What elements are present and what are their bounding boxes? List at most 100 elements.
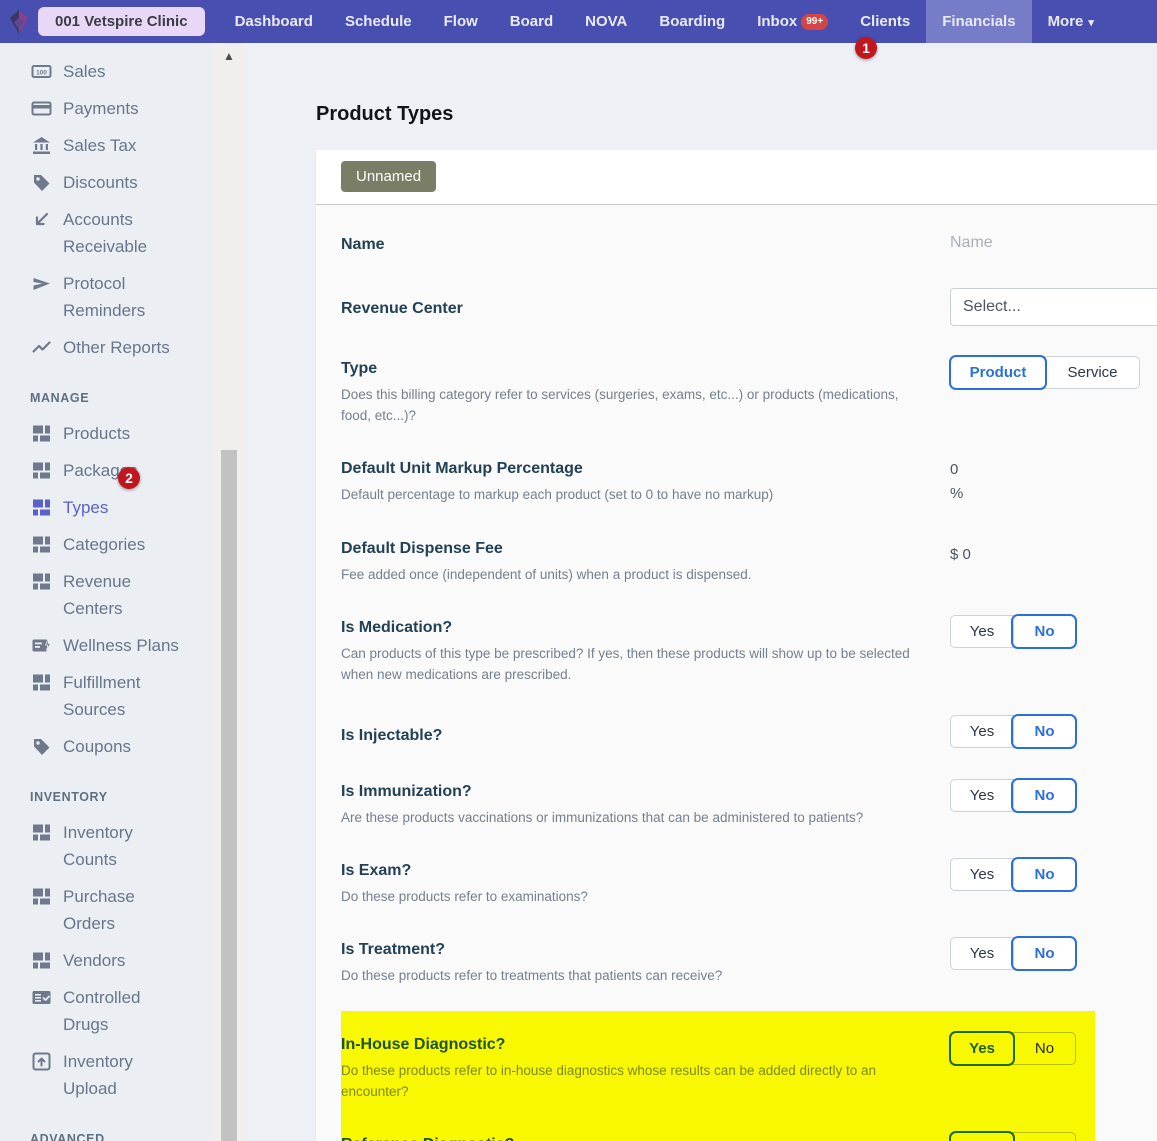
nav-inbox[interactable]: Inbox99+: [741, 0, 844, 43]
sidebar-item-other-reports[interactable]: Other Reports: [0, 329, 212, 366]
sidebar-item-discounts[interactable]: Discounts: [0, 164, 212, 201]
field-description: Can products of this type be prescribed?…: [341, 643, 925, 685]
no-button[interactable]: No: [1013, 616, 1075, 647]
in-house-diagnostic-toggle: Yes No: [950, 1032, 1076, 1065]
type-service-button[interactable]: Service: [1045, 357, 1139, 388]
sidebar-item-purchase-orders[interactable]: Purchase Orders: [0, 878, 212, 942]
nav-boarding[interactable]: Boarding: [643, 0, 741, 43]
sidebar-item-payments[interactable]: Payments: [0, 90, 212, 127]
row-is-exam: Is Exam? Do these products refer to exam…: [341, 843, 1132, 922]
grid-icon: [30, 947, 52, 971]
sidebar-item-accounts-receivable[interactable]: Accounts Receivable: [0, 201, 212, 265]
sidebar-item-inventory-upload[interactable]: Inventory Upload: [0, 1043, 212, 1107]
markup-value[interactable]: 0: [950, 458, 963, 482]
no-button[interactable]: No: [1013, 1033, 1075, 1064]
sidebar-item-categories[interactable]: Categories: [0, 526, 212, 563]
field-label: Default Unit Markup Percentage: [341, 456, 925, 482]
yes-button[interactable]: Yes: [951, 716, 1013, 747]
sidebar-item-vendors[interactable]: Vendors: [0, 942, 212, 979]
credit-card-icon: [30, 95, 52, 119]
field-label: Revenue Center: [341, 296, 925, 322]
type-segmented-control: Product Service: [950, 356, 1140, 389]
type-product-button[interactable]: Product: [951, 357, 1045, 388]
sidebar-item-controlled-drugs[interactable]: Controlled Drugs: [0, 979, 212, 1043]
grid-icon: [30, 883, 52, 907]
sidebar-item-types[interactable]: Types: [0, 489, 212, 526]
row-is-medication: Is Medication? Can products of this type…: [341, 600, 1132, 700]
row-is-immunization: Is Immunization? Are these products vacc…: [341, 764, 1132, 843]
sidebar-item-revenue-centers[interactable]: Revenue Centers: [0, 563, 212, 627]
nav-dashboard[interactable]: Dashboard: [219, 0, 329, 43]
nav-clients[interactable]: Clients: [844, 0, 926, 43]
field-description: Do these products refer to treatments th…: [341, 965, 925, 986]
sidebar-item-sales[interactable]: 100 Sales: [0, 53, 212, 90]
is-exam-toggle: Yes No: [950, 858, 1076, 891]
scroll-up-icon[interactable]: ▲: [212, 49, 246, 63]
reference-diagnostic-toggle: Yes No: [950, 1132, 1076, 1141]
is-treatment-toggle: Yes No: [950, 937, 1076, 970]
card-body: Name Revenue Center Select... Type: [316, 204, 1157, 1141]
is-immunization-toggle: Yes No: [950, 779, 1076, 812]
scrollbar-thumb[interactable]: [221, 450, 237, 1141]
nav-board[interactable]: Board: [494, 0, 569, 43]
field-label: Is Injectable?: [341, 723, 925, 749]
yes-button[interactable]: Yes: [951, 938, 1013, 969]
field-description: Do these products refer to in-house diag…: [341, 1060, 925, 1102]
field-description: Does this billing category refer to serv…: [341, 384, 925, 426]
nav-schedule[interactable]: Schedule: [329, 0, 428, 43]
is-medication-toggle: Yes No: [950, 615, 1076, 648]
no-button[interactable]: No: [1013, 716, 1075, 747]
list-check-icon: [30, 984, 52, 1008]
grid-icon: [30, 568, 52, 592]
yes-button[interactable]: Yes: [951, 1033, 1013, 1064]
name-input[interactable]: [950, 232, 1150, 254]
markup-unit: %: [950, 482, 963, 506]
vetspire-logo-icon: [0, 9, 38, 35]
nav-more[interactable]: More▾: [1032, 0, 1110, 43]
sidebar-item-fulfillment-sources[interactable]: Fulfillment Sources: [0, 664, 212, 728]
yes-button[interactable]: Yes: [951, 616, 1013, 647]
svg-text:100: 100: [36, 69, 47, 76]
no-button[interactable]: No: [1013, 938, 1075, 969]
field-label: Is Treatment?: [341, 937, 925, 963]
row-revenue-center: Revenue Center Select...: [341, 273, 1132, 341]
field-label: In-House Diagnostic?: [341, 1032, 925, 1058]
status-badge: Unnamed: [341, 161, 436, 192]
sidebar-item-coupons[interactable]: Coupons: [0, 728, 212, 765]
main-content: Product Types Unnamed Name Revenue Cente…: [246, 43, 1157, 1141]
wellness-card-icon: [30, 632, 52, 656]
tag-icon: [30, 733, 52, 757]
top-nav: 001 Vetspire Clinic Dashboard Schedule F…: [0, 0, 1157, 43]
no-button[interactable]: No: [1013, 859, 1075, 890]
field-description: Do these products refer to examinations?: [341, 886, 925, 907]
no-button[interactable]: No: [1013, 780, 1075, 811]
yes-button[interactable]: Yes: [951, 1133, 1013, 1141]
nav-nova[interactable]: NOVA: [569, 0, 643, 43]
sidebar-item-packages[interactable]: Packages: [0, 452, 212, 489]
sidebar-scrollbar[interactable]: ▲: [212, 43, 246, 1141]
sidebar-item-protocol-reminders[interactable]: Protocol Reminders: [0, 265, 212, 329]
row-in-house-diagnostic: In-House Diagnostic? Do these products r…: [341, 1017, 1095, 1117]
row-default-dispense-fee: Default Dispense Fee Fee added once (ind…: [341, 521, 1132, 600]
yes-button[interactable]: Yes: [951, 780, 1013, 811]
sidebar-item-wellness-plans[interactable]: Wellness Plans: [0, 627, 212, 664]
field-label: Is Immunization?: [341, 779, 925, 805]
inbox-count-badge: 99+: [801, 14, 828, 30]
yes-button[interactable]: Yes: [951, 859, 1013, 890]
nav-financials[interactable]: Financials: [926, 0, 1031, 43]
field-label: Name: [341, 232, 925, 258]
revenue-center-select[interactable]: Select...: [950, 288, 1157, 326]
no-button[interactable]: No: [1013, 1133, 1075, 1141]
field-description: Fee added once (independent of units) wh…: [341, 564, 925, 585]
grid-icon: [30, 531, 52, 555]
clinic-selector[interactable]: 001 Vetspire Clinic: [38, 7, 205, 36]
sidebar-item-sales-tax[interactable]: Sales Tax: [0, 127, 212, 164]
card-header: Unnamed: [316, 150, 1157, 204]
sidebar-item-products[interactable]: Products: [0, 415, 212, 452]
dispense-fee-value[interactable]: $ 0: [950, 536, 971, 563]
nav-flow[interactable]: Flow: [428, 0, 494, 43]
sidebar-item-inventory-counts[interactable]: Inventory Counts: [0, 814, 212, 878]
annotation-step-2: 2: [118, 467, 140, 489]
field-label: Type: [341, 356, 925, 382]
banknote-icon: 100: [30, 58, 52, 82]
